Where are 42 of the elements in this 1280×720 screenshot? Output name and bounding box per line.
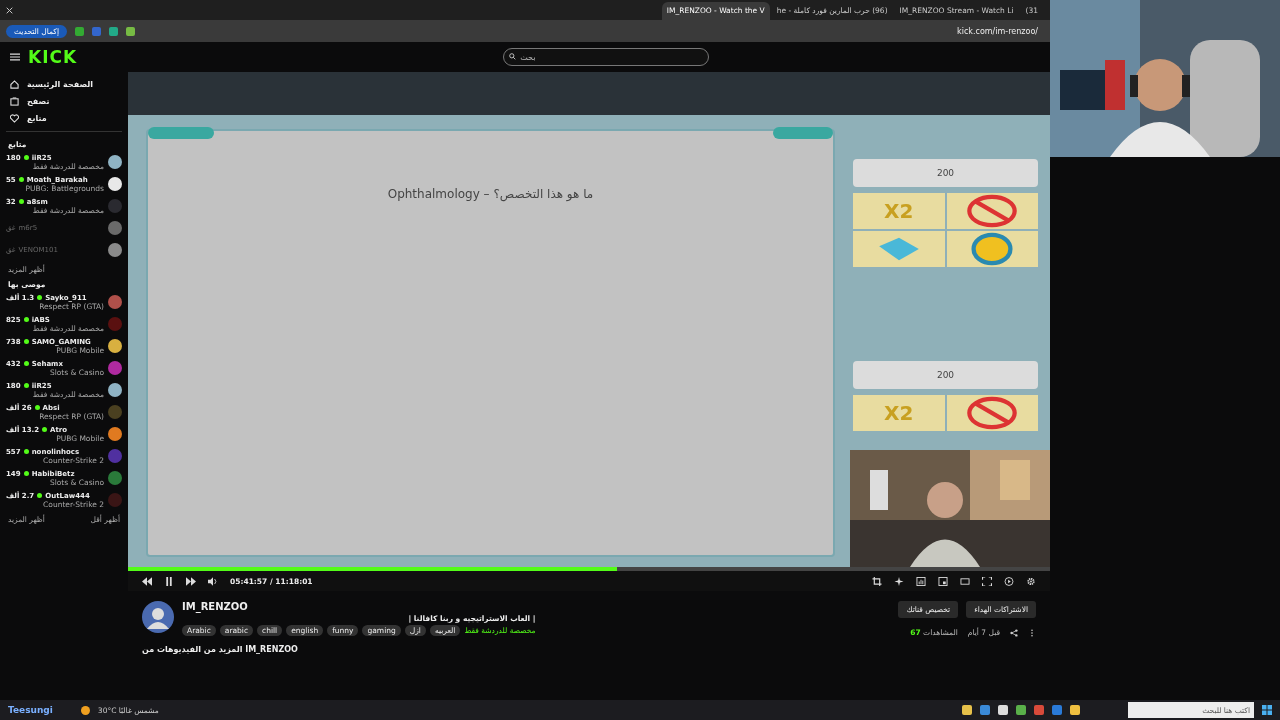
heart-icon [10,114,19,123]
weather-icon[interactable] [80,705,90,715]
play-circle-icon[interactable] [1004,576,1014,586]
settings-icon[interactable] [1026,576,1036,586]
chart-icon[interactable] [916,576,926,586]
menu-icon[interactable] [10,53,20,61]
overlay-text: Teesungi [8,705,53,715]
browse-icon [10,97,19,106]
nav-item[interactable]: الصفحة الرئيسية [6,76,122,93]
progress-track[interactable] [128,567,1050,571]
more-icon[interactable] [1028,628,1036,637]
forward-icon[interactable] [186,576,196,586]
pause-icon[interactable] [164,576,174,586]
section-heading: المزيد من الفيديوهات من IM_RENZOO [141,644,299,654]
rewind-icon[interactable] [142,576,152,586]
theater-icon[interactable] [960,576,970,586]
sparkle-icon[interactable] [894,576,904,586]
volume-icon[interactable] [208,576,218,586]
windows-icon[interactable] [1262,705,1272,715]
powerup-tile[interactable] [853,231,945,267]
close-icon[interactable] [6,6,13,14]
pip-icon[interactable] [938,576,948,586]
points-card[interactable]: 200 [853,361,1038,389]
nav-item[interactable]: متابع [6,110,122,127]
address-bar[interactable]: kick.com/im-renzoo/ [957,26,1038,36]
share-icon[interactable] [1010,628,1018,637]
search-field[interactable]: بحث [503,48,710,66]
nav-item[interactable]: تصفح [6,93,122,110]
channel-name[interactable]: IM_RENZOO [182,601,536,612]
channel-avatar[interactable] [142,601,174,633]
crop-icon[interactable] [872,576,882,586]
timer-pill [148,127,214,139]
home-icon [10,80,19,89]
powerup-tile[interactable] [946,193,1038,229]
powerup-tile[interactable] [946,395,1038,431]
powerup-tile[interactable] [946,231,1038,267]
fullscreen-icon[interactable] [982,576,992,586]
question-text: Ophthalmology – ما هو هذا التخصص؟ [387,187,594,203]
kick-logo[interactable]: KICK [28,47,78,67]
points-card[interactable]: 200 [853,159,1038,187]
search-icon [509,53,517,60]
score-pill [773,127,833,139]
